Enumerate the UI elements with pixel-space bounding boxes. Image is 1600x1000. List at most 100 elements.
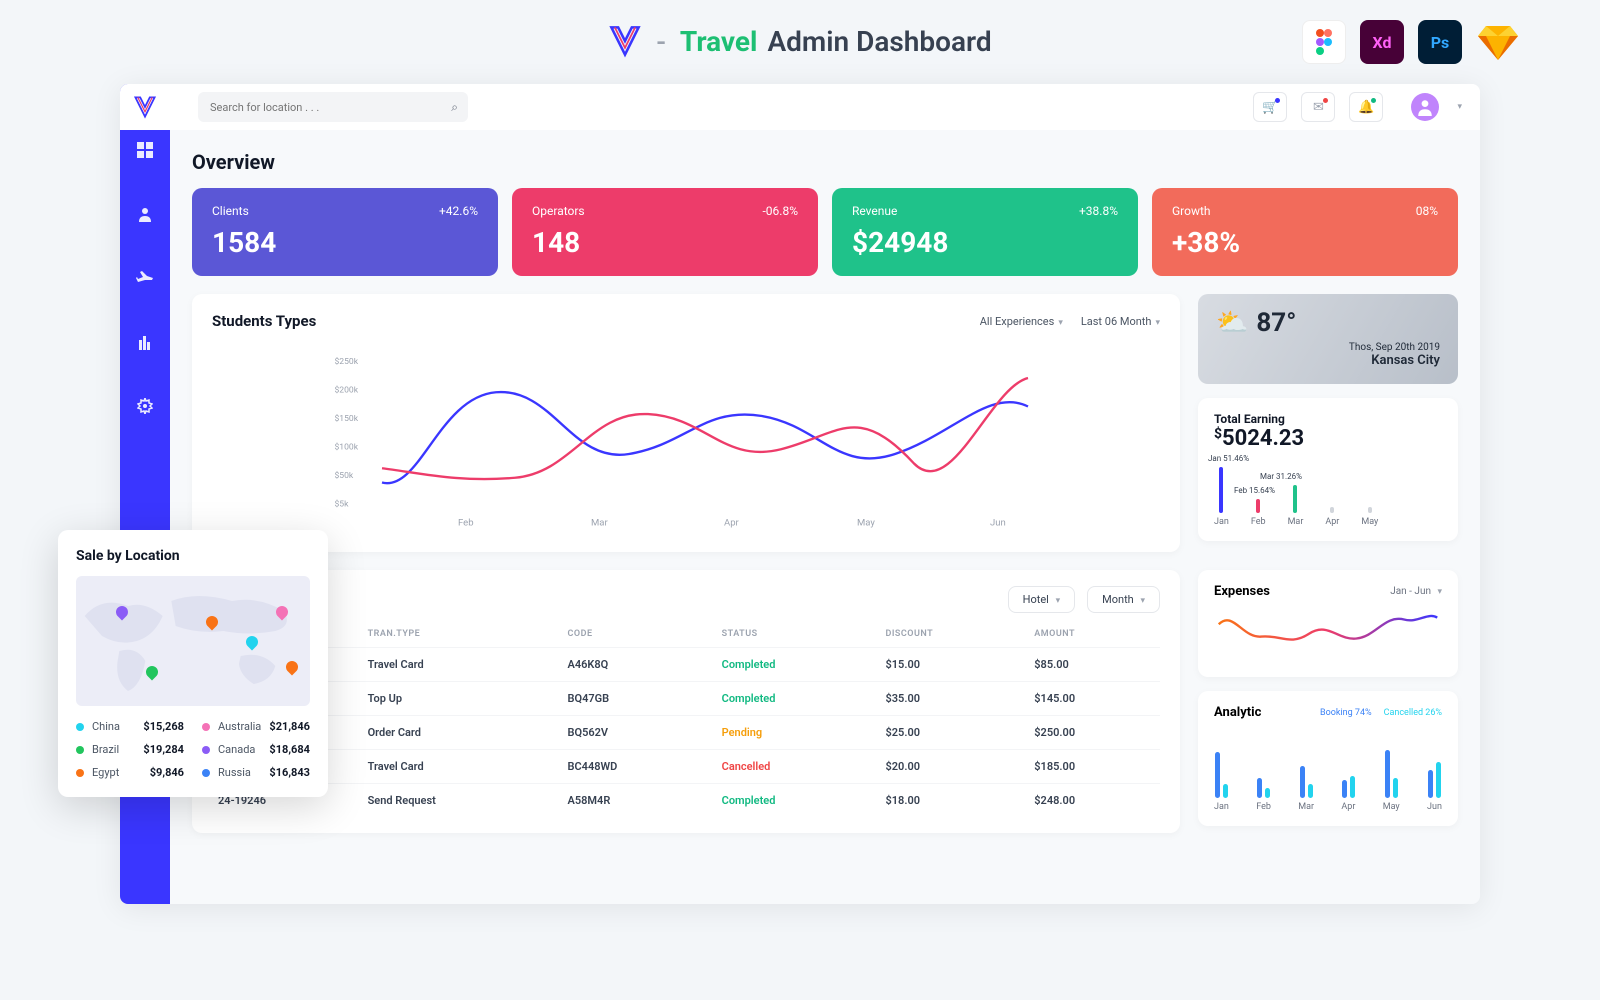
avatar-caret[interactable]: ▾ [1457,102,1462,112]
sidebar-dashboard-icon[interactable] [135,140,155,160]
table-row[interactable]: 24-19246Send RequestA58M4RCompleted$18.0… [212,784,1160,818]
world-map [76,576,310,706]
logo-icon [608,24,642,58]
table-header: STATUS [716,621,880,648]
weather-icon: ⛅ [1216,308,1248,338]
stat-value: 1584 [212,226,478,259]
table-header: DISCOUNT [879,621,1028,648]
sidebar-plane-icon[interactable] [135,268,155,288]
brand-rest: Admin Dashboard [767,25,991,58]
sketch-icon [1476,20,1520,64]
location-item: China$15,268 [76,720,184,733]
earning-bar: Feb 15.64%Feb [1251,499,1266,527]
search-box[interactable]: ⌕ [198,92,468,122]
svg-text:$200k: $200k [335,384,359,395]
svg-text:May: May [857,517,875,528]
analytic-title: Analytic [1214,705,1261,720]
xd-icon: Xd [1360,20,1404,64]
table-filter-hotel[interactable]: Hotel ▾ [1008,586,1076,613]
stat-change: 08% [1416,204,1438,218]
figma-icon [1302,20,1346,64]
table-filter-month[interactable]: Month ▾ [1087,586,1160,613]
location-item: Australia$21,846 [202,720,310,733]
bell-button[interactable]: 🔔 [1349,92,1383,122]
earning-bar: May [1361,507,1378,527]
chart-title: Students Types [212,312,316,330]
analytic-card: Analytic Booking 74% Cancelled 26% Jan Fe… [1198,691,1458,826]
stat-change: -06.8% [762,204,798,218]
table-header: TRAN.TYPE [362,621,562,648]
analytic-bar: May [1383,750,1400,812]
sidebar-user-icon[interactable] [135,204,155,224]
line-chart: $250k$200k$150k$100k$50k$5k FebMarAprMay… [212,340,1160,530]
legend-cancelled: Cancelled 26% [1384,708,1442,718]
analytic-bar: Feb [1256,778,1271,812]
svg-text:Mar: Mar [591,517,608,528]
weather-temp: 87° [1256,308,1296,338]
analytic-bar: Jan [1214,752,1229,812]
stat-card: Growth 08% +38% [1152,188,1458,276]
stat-label: Growth [1172,204,1211,218]
earning-card: Total Earning $5024.23 Jan 51.46%JanFeb … [1198,398,1458,541]
overview-title: Overview [192,150,1458,174]
ps-icon: Ps [1418,20,1462,64]
stat-label: Revenue [852,204,897,218]
transactions-card: Hotel ▾ Month ▾ TRAN.TYPECODESTATUSDISCO… [192,570,1180,833]
sidebar-building-icon[interactable] [135,332,155,352]
location-item: Brazil$19,284 [76,743,184,756]
svg-text:$5k: $5k [335,498,350,509]
stat-value: 148 [532,226,798,259]
location-item: Canada$18,684 [202,743,310,756]
svg-text:Feb: Feb [458,517,474,528]
location-item: Russia$16,843 [202,766,310,779]
stat-value: +38% [1172,226,1438,259]
analytic-bar: Apr [1341,776,1355,812]
logo-corner [120,84,170,130]
table-row[interactable]: Travel CardA46K8QCompleted$15.00$85.00 [212,648,1160,682]
svg-text:$250k: $250k [335,356,359,367]
stat-card: Operators -06.8% 148 [512,188,818,276]
table-row[interactable]: Top UpBQ47GBCompleted$35.00$145.00 [212,682,1160,716]
expenses-title: Expenses [1214,584,1270,599]
chart-filter-period[interactable]: Last 06 Month▾ [1081,315,1160,328]
analytic-bar: Jun [1427,762,1442,812]
stat-change: +38.8% [1079,204,1118,218]
location-item: Egypt$9,846 [76,766,184,779]
table-header: CODE [562,621,716,648]
weather-city: Kansas City [1216,353,1440,368]
chart-filter-experiences[interactable]: All Experiences▾ [980,315,1063,328]
analytic-bar: Mar [1298,766,1314,812]
brand: - Travel Admin Dashboard [608,24,991,58]
avatar[interactable] [1411,93,1439,121]
location-title: Sale by Location [76,548,310,564]
table-header: AMOUNT [1028,621,1160,648]
cart-button[interactable]: 🛒 [1253,92,1287,122]
search-icon[interactable]: ⌕ [451,100,458,115]
weather-card: ⛅ 87° Thos, Sep 20th 2019 Kansas City [1198,294,1458,384]
sidebar-settings-icon[interactable] [135,396,155,416]
legend-booking: Booking 74% [1320,708,1372,718]
expenses-card: Expenses Jan - Jun ▾ [1198,570,1458,677]
earning-value: 5024.23 [1222,426,1304,451]
brand-travel: Travel [680,25,758,58]
table-row[interactable]: Travel CardBC448WDCancelled$20.00$185.00 [212,750,1160,784]
svg-text:Jun: Jun [990,517,1006,528]
sale-by-location-card: Sale by Location China$15,268 Australia$2… [58,530,328,797]
stat-label: Clients [212,204,249,218]
stat-label: Operators [532,204,585,218]
stat-card: Revenue+38.8%$24948 [832,188,1138,276]
earning-bar: Jan 51.46%Jan [1214,467,1229,527]
stat-change: +42.6% [439,204,478,218]
expenses-range[interactable]: Jan - Jun ▾ [1390,586,1442,597]
earning-bar: Apr [1325,507,1339,527]
expenses-sparkline [1214,599,1442,659]
svg-text:Apr: Apr [724,517,740,528]
weather-date: Thos, Sep 20th 2019 [1216,342,1440,353]
search-input[interactable] [210,101,456,114]
svg-text:$150k: $150k [335,413,359,424]
topbar: ⌕ 🛒 ✉ 🔔 ▾ [170,84,1480,130]
table-row[interactable]: Order CardBQ562VPending$25.00$250.00 [212,716,1160,750]
earning-title: Total Earning [1214,412,1442,426]
mail-button[interactable]: ✉ [1301,92,1335,122]
stat-card: Clients +42.6% 1584 [192,188,498,276]
